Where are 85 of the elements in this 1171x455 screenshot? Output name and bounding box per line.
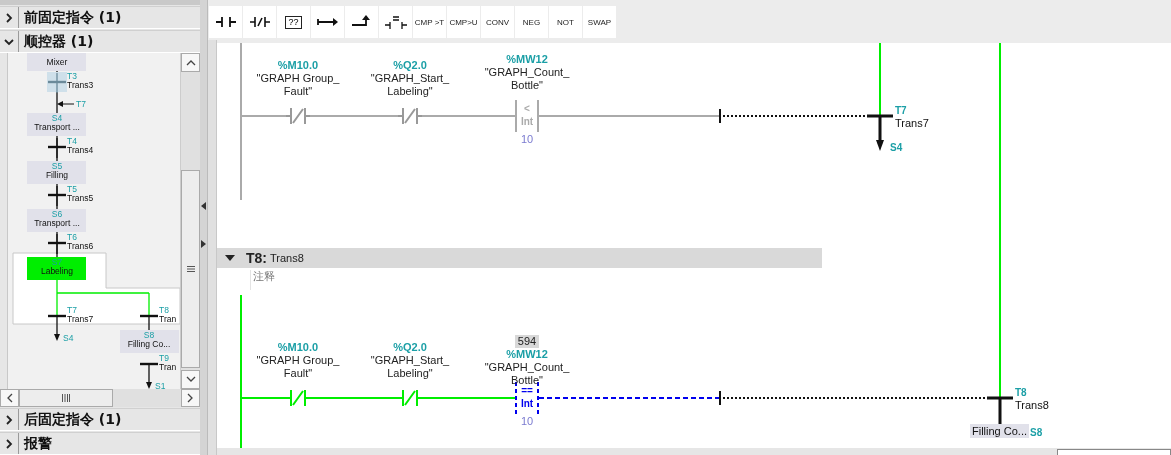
toolbar-button[interactable]: NOT	[549, 6, 582, 38]
tag-name: "GRAPH_Count_ Bottle"	[484, 66, 570, 92]
scroll-thumb[interactable]	[19, 389, 113, 407]
empty-box-button[interactable]: ??	[277, 6, 310, 38]
scroll-right-button[interactable]	[181, 389, 200, 407]
jump-arrow-icon	[146, 377, 152, 389]
scroll-up-button[interactable]	[181, 53, 200, 72]
toolbar-button[interactable]: CMP >T	[413, 6, 446, 38]
tag-name: "GRAPH Group_ Fault"	[256, 72, 340, 98]
transition-symbol[interactable]	[140, 362, 158, 379]
branch-close-icon[interactable]	[345, 6, 378, 38]
section-header[interactable]: 后固定指令 (1)	[0, 408, 200, 431]
scroll-down-button[interactable]	[181, 370, 200, 389]
compare-operator: <	[524, 102, 530, 115]
tag-name: "GRAPH_Count_ Bottle"	[484, 361, 570, 387]
operand-address: %MW12	[506, 348, 548, 361]
horizontal-scrollbar[interactable]	[0, 389, 200, 407]
section-title: 后固定指令 (1)	[23, 410, 122, 429]
chevron-up-icon	[185, 59, 196, 66]
transition-symbol[interactable]	[140, 314, 158, 331]
network-title: Trans8	[270, 252, 304, 264]
transition-name: Trans7	[895, 117, 929, 130]
operand-address: %M10.0	[277, 59, 319, 72]
step-box[interactable]: S4 Transport ...	[27, 113, 86, 136]
jump-target: S4	[890, 142, 903, 153]
operand-address: %Q2.0	[393, 59, 427, 72]
transition-name: Trans8	[1015, 399, 1049, 412]
toolbar-button[interactable]: SWAP	[583, 6, 616, 38]
data-type: Int	[520, 115, 534, 128]
step-box[interactable]: S7 Labeling	[27, 257, 86, 280]
section-header[interactable]: 报警	[0, 432, 200, 455]
scroll-left-button[interactable]	[0, 389, 19, 407]
operand-value: 10	[519, 415, 535, 427]
tag-name: "GRAPH_Start_ Labeling"	[370, 72, 450, 98]
network-header[interactable]: T8: Trans8	[217, 248, 822, 268]
step-box[interactable]: S6 Transport ...	[27, 209, 86, 232]
step-box[interactable]: S8 Filling Co...	[120, 329, 179, 354]
normally-closed-contact[interactable]	[285, 107, 311, 125]
compare-contact-icon[interactable]	[379, 6, 412, 38]
data-type: Int	[520, 397, 534, 410]
step-box[interactable]: S5 Filling	[27, 161, 86, 184]
jump-arrow-icon	[54, 329, 60, 341]
operand-value: 10	[519, 133, 535, 145]
step-box[interactable]: Mixer	[27, 53, 86, 71]
rung-end-marker	[719, 108, 721, 124]
transition-symbol[interactable]	[48, 233, 66, 255]
chevron-left-icon	[6, 393, 13, 403]
toolbar-button[interactable]: CMP>U	[447, 6, 480, 38]
toolbar-button[interactable]: CONV	[481, 6, 514, 38]
transition-number: T7	[895, 105, 908, 117]
transition-symbol[interactable]	[48, 137, 66, 159]
vertical-scrollbar[interactable]	[180, 53, 200, 389]
normally-closed-contact-icon[interactable]	[243, 6, 276, 38]
step-number: S8	[1030, 427, 1043, 438]
rung-end-marker	[719, 390, 721, 406]
collapse-triangle-icon[interactable]	[225, 254, 235, 262]
operand-address: %MW12	[506, 53, 548, 66]
comment-field[interactable]: 注释	[250, 270, 275, 290]
transition-symbol[interactable]	[48, 314, 66, 331]
section-title: 前固定指令 (1)	[23, 8, 122, 27]
rung-line	[240, 115, 288, 117]
section-title: 顺控器 (1)	[23, 32, 94, 51]
normally-open-contact-icon[interactable]	[209, 6, 242, 38]
transition-symbol[interactable]	[48, 185, 66, 207]
compare-operator: ==	[521, 384, 533, 397]
operand-address: %Q2.0	[393, 341, 427, 354]
normally-closed-contact[interactable]	[397, 107, 423, 125]
chevron-down-icon	[185, 376, 196, 383]
sequence-overview-panel: Mixer T3 Trans3 T7 S4 Transport ... T4 Trans4 S5 Filling T5 Trans5 S6 Transport ... T6 Trans6 S7 Labeling T7 Trans7 S4 T8 Tran S8 Filling Co... T9 Tran S1	[7, 53, 181, 389]
chevron-right-icon	[187, 393, 194, 403]
rung-line	[240, 397, 288, 399]
section-title: 报警	[22, 434, 52, 453]
jump-arrow-icon	[57, 101, 75, 107]
scroll-thumb[interactable]	[181, 170, 200, 368]
tag-name: "GRAPH Group_ Fault"	[256, 354, 340, 380]
transition-number: T8	[1015, 387, 1028, 399]
transition-symbol[interactable]	[985, 396, 1015, 426]
live-value: 594	[514, 335, 540, 348]
operand-address: %M10.0	[277, 341, 319, 354]
section-header[interactable]: 顺控器 (1)	[0, 30, 200, 53]
section-header[interactable]: 前固定指令 (1)	[0, 6, 200, 29]
step-box[interactable]: Filling Co...	[970, 424, 1030, 438]
tag-name: "GRAPH_Start_ Labeling"	[370, 354, 450, 380]
network-number: T8:	[246, 250, 267, 266]
toolbar-button[interactable]: NEG	[515, 6, 548, 38]
